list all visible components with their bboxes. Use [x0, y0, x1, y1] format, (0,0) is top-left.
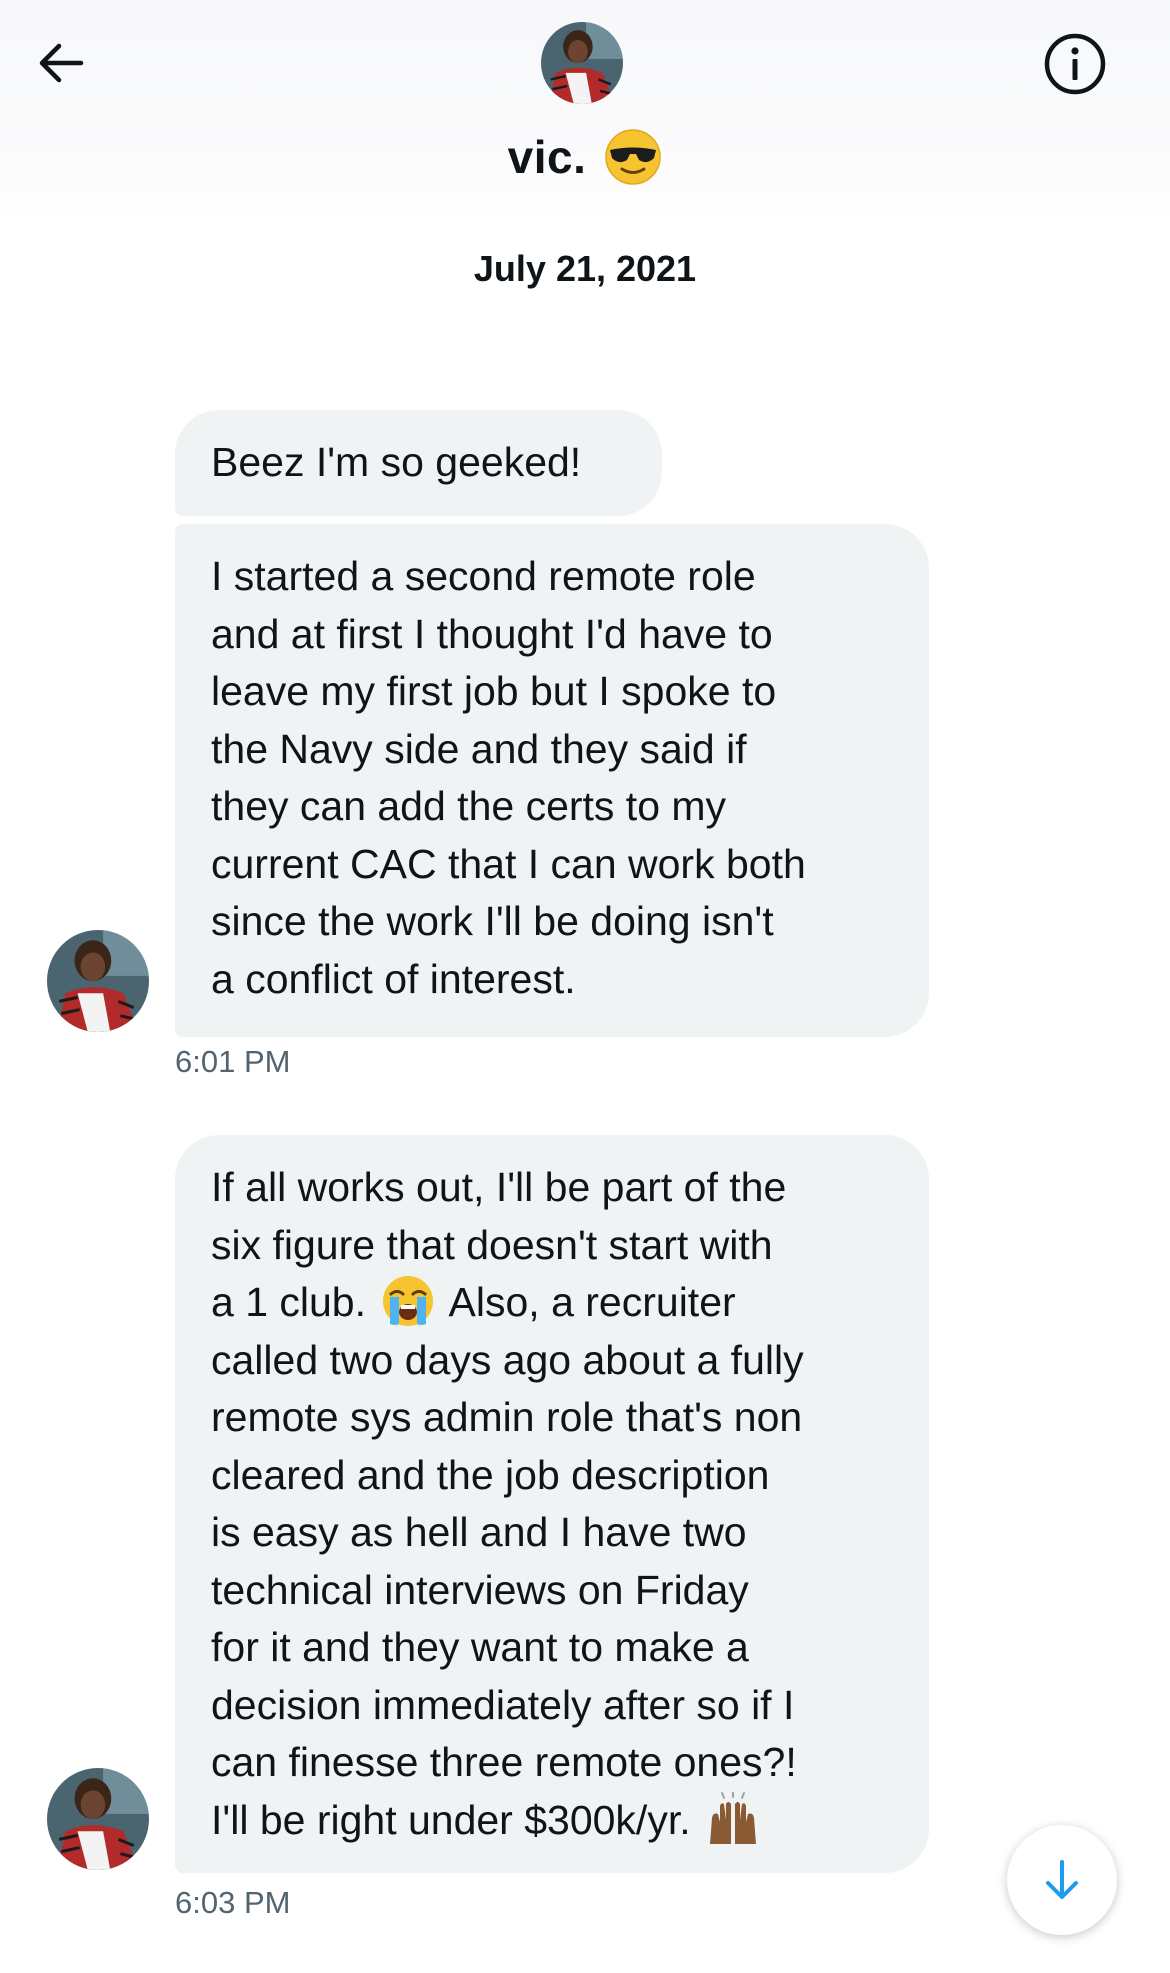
message-line: can finesse three remote ones?!: [211, 1739, 797, 1785]
date-divider: July 21, 2021: [473, 248, 697, 289]
header-title[interactable]: vic.: [0, 128, 1170, 186]
profile-photo: [541, 22, 623, 104]
info-button[interactable]: [1041, 30, 1109, 98]
message-line: a conflict of interest.: [211, 955, 576, 1002]
message-line: six figure that doesn't start with: [211, 1221, 773, 1268]
raising-hands-icon: [706, 1790, 760, 1846]
sender-avatar[interactable]: [47, 930, 149, 1032]
message-line: leave my first job but I spoke to: [211, 668, 777, 714]
arrow-down-icon: [1046, 1860, 1078, 1899]
message-line-with-emoji: I'll be right under $300k/yr.: [211, 1790, 893, 1850]
message-line: decision immediately after so if I: [211, 1681, 795, 1728]
dm-conversation-screen: vic. July 21, 2021 Beez I'm so geeked! I…: [0, 0, 1170, 1973]
message-line-with-emoji: a 1 club. Also, a recruiter: [211, 1274, 893, 1332]
profile-photo: [47, 1768, 149, 1870]
sunglasses-emoji-icon: [604, 128, 662, 186]
arrow-left-icon: [39, 43, 84, 83]
scroll-to-bottom-button[interactable]: [1007, 1825, 1117, 1935]
message-text: Beez I'm so geeked!: [211, 439, 582, 486]
message-line: the Navy side and they said if: [211, 725, 747, 772]
message-line: a 1 club.: [211, 1279, 366, 1325]
back-button[interactable]: [26, 28, 96, 98]
conversation-header: vic.: [0, 0, 1170, 220]
message-line: technical interviews on Friday: [211, 1566, 749, 1613]
message-line: I'll be right under $300k/yr.: [211, 1796, 691, 1843]
header-avatar[interactable]: [541, 22, 623, 104]
message-line: is easy as hell and I have two: [211, 1509, 747, 1555]
message-line: for it and they want to make a: [211, 1624, 749, 1670]
message-line: If all works out, I'll be part of the: [211, 1164, 787, 1210]
profile-photo: [47, 930, 149, 1032]
message-line: remote sys admin role that's non: [211, 1394, 803, 1440]
message-line: Also, a recruiter: [448, 1279, 736, 1325]
sender-avatar[interactable]: [47, 1768, 149, 1870]
message-line: cleared and the job description: [211, 1451, 770, 1498]
message-timestamp: 6:03 PM: [175, 1885, 291, 1920]
message-line: current CAC that I can work both: [211, 840, 806, 887]
loudly-crying-face-icon: [381, 1274, 435, 1328]
message-line: since the work I'll be doing isn't: [211, 898, 774, 944]
message-bubble[interactable]: Beez I'm so geeked!: [175, 410, 662, 516]
message-line: they can add the certs to my: [211, 783, 727, 829]
message-line: called two days ago about a fully: [211, 1336, 804, 1383]
info-icon: [1044, 33, 1106, 95]
contact-name: vic.: [507, 131, 587, 183]
message-bubble[interactable]: If all works out, I'll be part of the si…: [175, 1135, 929, 1873]
message-bubble[interactable]: I started a second remote role and at fi…: [175, 524, 929, 1037]
message-line: and at first I thought I'd have to: [211, 610, 773, 657]
message-timestamp: 6:01 PM: [175, 1044, 291, 1079]
message-line: I started a second remote role: [211, 553, 756, 599]
